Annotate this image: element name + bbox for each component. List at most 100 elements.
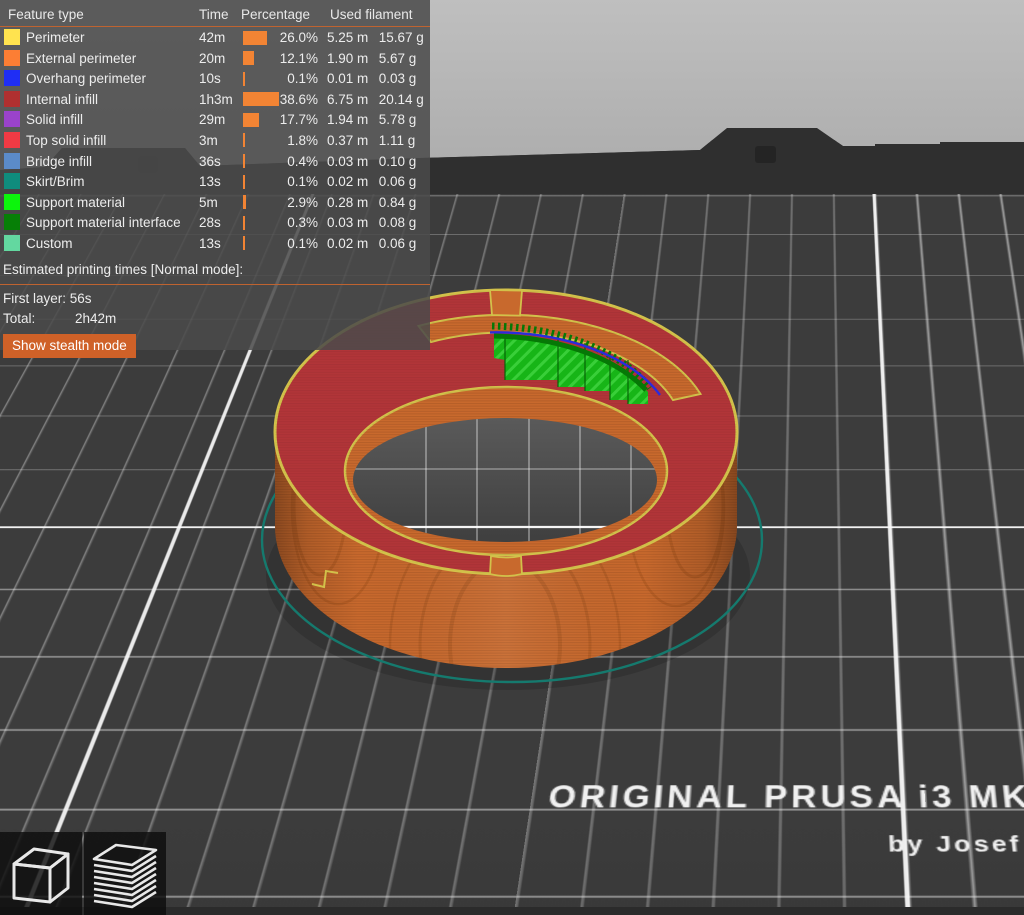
percentage-bar: [243, 236, 245, 250]
feature-name: Bridge infill: [26, 154, 92, 169]
first-layer-label: First layer:: [3, 291, 66, 306]
legend-row: Overhang perimeter 10s 0.1% 0.01 m 0.03 …: [0, 68, 430, 89]
used-filament-value: 1.94 m 5.78 g: [327, 112, 416, 127]
feature-name: Internal infill: [26, 92, 98, 107]
percentage-bar: [243, 133, 245, 147]
feature-time: 20m: [199, 51, 225, 66]
percentage-value: 17.7%: [260, 112, 318, 127]
percentage-bar: [243, 175, 245, 189]
first-layer-value: 56s: [70, 291, 92, 306]
total-value: 2h42m: [75, 311, 116, 326]
feature-color-swatch: [4, 153, 20, 169]
feature-name: Top solid infill: [26, 133, 106, 148]
feature-time: 1h3m: [199, 92, 233, 107]
percentage-bar: [243, 216, 245, 230]
percentage-bar: [243, 51, 254, 65]
cube-3d-icon: [8, 842, 74, 906]
layers-preview-button[interactable]: [84, 832, 166, 915]
header-used-filament: Used filament: [330, 7, 413, 22]
feature-name: Skirt/Brim: [26, 174, 85, 189]
feature-time: 13s: [199, 236, 221, 251]
percentage-bar: [243, 154, 245, 168]
used-filament-value: 1.90 m 5.67 g: [327, 51, 416, 66]
slicer-preview-window: ORIGINAL PRUSA i3 MK by Josef: [0, 0, 1024, 915]
feature-color-swatch: [4, 50, 20, 66]
used-filament-value: 0.37 m 1.11 g: [327, 133, 415, 148]
total-line: Total: 2h42m: [3, 311, 430, 327]
legend-panel: Feature type Time Percentage Used filame…: [0, 0, 430, 350]
used-filament-value: 5.25 m 15.67 g: [327, 30, 424, 45]
header-percentage: Percentage: [241, 7, 310, 22]
percentage-value: 0.3%: [260, 215, 318, 230]
used-filament-value: 0.02 m 0.06 g: [327, 174, 416, 189]
feature-time: 36s: [199, 154, 221, 169]
used-filament-value: 6.75 m 20.14 g: [327, 92, 424, 107]
first-layer-line: First layer: 56s: [3, 291, 430, 307]
legend-row: Bridge infill 36s 0.4% 0.03 m 0.10 g: [0, 151, 430, 172]
legend-row: Solid infill 29m 17.7% 1.94 m 5.78 g: [0, 109, 430, 130]
feature-time: 29m: [199, 112, 225, 127]
feature-time: 3m: [199, 133, 218, 148]
3d-view-button[interactable]: [0, 832, 82, 915]
legend-row: Top solid infill 3m 1.8% 0.37 m 1.11 g: [0, 130, 430, 151]
used-filament-value: 0.03 m 0.10 g: [327, 154, 416, 169]
feature-color-swatch: [4, 29, 20, 45]
feature-color-swatch: [4, 214, 20, 230]
legend-rows: Perimeter 42m 26.0% 5.25 m 15.67 g Exter…: [0, 27, 430, 254]
feature-name: Overhang perimeter: [26, 71, 146, 86]
feature-time: 28s: [199, 215, 221, 230]
legend-row: Support material interface 28s 0.3% 0.03…: [0, 212, 430, 233]
percentage-bar: [243, 113, 259, 127]
legend-row: Perimeter 42m 26.0% 5.25 m 15.67 g: [0, 27, 430, 48]
used-filament-value: 0.02 m 0.06 g: [327, 236, 416, 251]
percentage-value: 12.1%: [260, 51, 318, 66]
legend-row: Support material 5m 2.9% 0.28 m 0.84 g: [0, 192, 430, 213]
feature-name: Support material: [26, 195, 125, 210]
percentage-value: 0.1%: [260, 174, 318, 189]
header-time: Time: [199, 7, 229, 22]
legend-row: Internal infill 1h3m 38.6% 6.75 m 20.14 …: [0, 89, 430, 110]
legend-separator: [0, 284, 430, 285]
feature-name: Solid infill: [26, 112, 83, 127]
feature-time: 5m: [199, 195, 218, 210]
feature-color-swatch: [4, 70, 20, 86]
used-filament-value: 0.28 m 0.84 g: [327, 195, 416, 210]
percentage-value: 1.8%: [260, 133, 318, 148]
view-mode-buttons: [0, 832, 166, 915]
feature-time: 10s: [199, 71, 221, 86]
estimate-heading: Estimated printing times [Normal mode]:: [3, 262, 430, 279]
percentage-value: 38.6%: [260, 92, 318, 107]
percentage-value: 2.9%: [260, 195, 318, 210]
feature-name: Custom: [26, 236, 73, 251]
bed-axis-line-horizontal: [0, 526, 1024, 528]
percentage-value: 0.4%: [260, 154, 318, 169]
legend-row: External perimeter 20m 12.1% 1.90 m 5.67…: [0, 48, 430, 69]
feature-color-swatch: [4, 173, 20, 189]
feature-name: Support material interface: [26, 215, 181, 230]
feature-name: Perimeter: [26, 30, 85, 45]
percentage-bar: [243, 72, 245, 86]
percentage-bar: [243, 195, 246, 209]
feature-name: External perimeter: [26, 51, 136, 66]
percentage-value: 0.1%: [260, 236, 318, 251]
legend-row: Skirt/Brim 13s 0.1% 0.02 m 0.06 g: [0, 171, 430, 192]
percentage-value: 0.1%: [260, 71, 318, 86]
show-stealth-mode-button[interactable]: Show stealth mode: [3, 334, 136, 358]
feature-color-swatch: [4, 91, 20, 107]
used-filament-value: 0.01 m 0.03 g: [327, 71, 416, 86]
feature-color-swatch: [4, 111, 20, 127]
total-label: Total:: [3, 311, 35, 326]
percentage-value: 26.0%: [260, 30, 318, 45]
layers-preview-icon: [88, 839, 162, 909]
feature-color-swatch: [4, 132, 20, 148]
feature-color-swatch: [4, 194, 20, 210]
feature-time: 42m: [199, 30, 225, 45]
bed-byline-text: by Josef: [888, 833, 1023, 855]
bed-brand-text: ORIGINAL PRUSA i3 MK: [546, 782, 1024, 813]
legend-header: Feature type Time Percentage Used filame…: [0, 0, 430, 27]
used-filament-value: 0.03 m 0.08 g: [327, 215, 416, 230]
feature-color-swatch: [4, 235, 20, 251]
feature-time: 13s: [199, 174, 221, 189]
legend-row: Custom 13s 0.1% 0.02 m 0.06 g: [0, 233, 430, 254]
header-feature-type: Feature type: [8, 7, 84, 22]
